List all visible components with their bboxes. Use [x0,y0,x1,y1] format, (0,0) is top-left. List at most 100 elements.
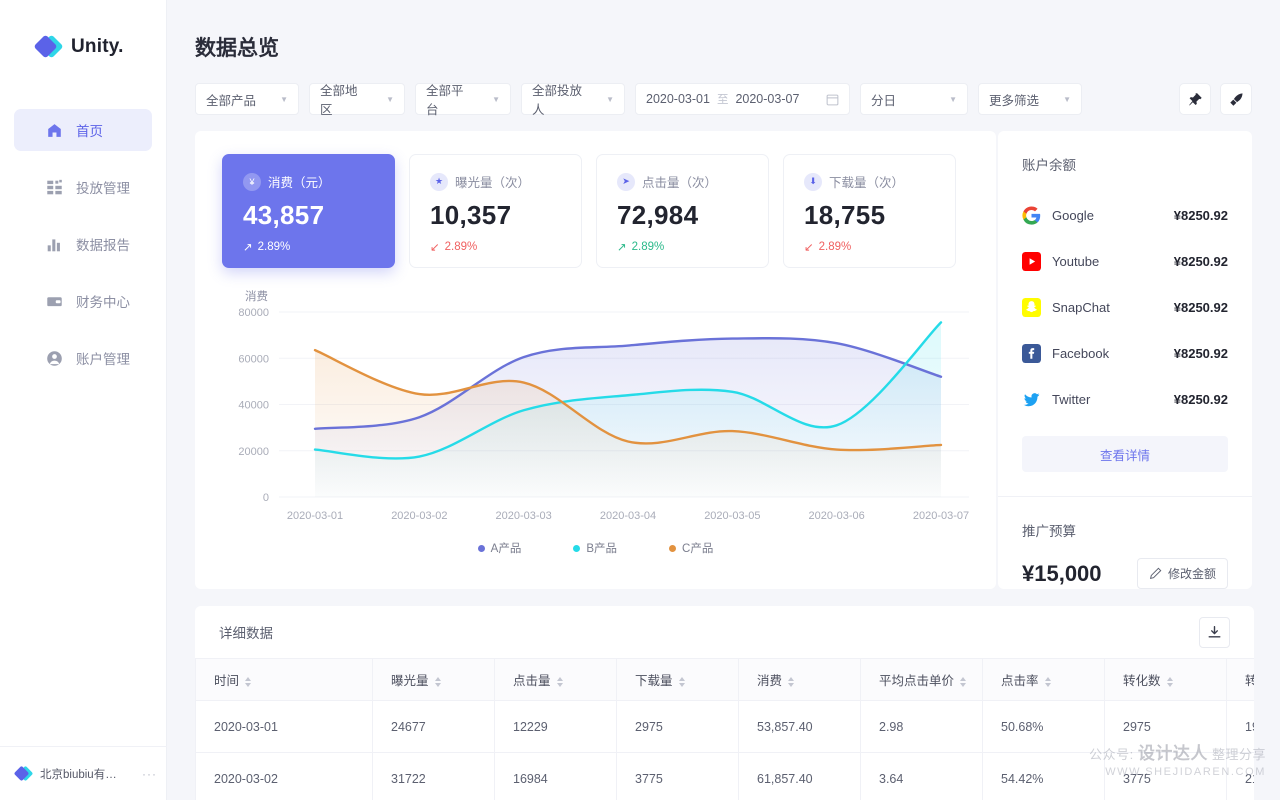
table-column-header[interactable]: 转 [1226,658,1254,701]
kpi-label: 点击量（次） [642,176,718,190]
table-column-header[interactable]: 曝光量 [372,658,495,701]
filter-bar: 全部产品 ▼ 全部地区 ▼ 全部平台 ▼ 全部投放人 ▼ 2020-03-01 … [167,62,1280,117]
table-cell: 16984 [494,752,617,800]
region-filter-value: 全部地区 [320,84,358,117]
sort-icon[interactable] [245,676,252,687]
table-row: 2020-03-02 31722 16984 3775 61,857.40 3.64 54.… [195,752,1254,800]
kpi-delta-value: 2.89% [631,241,665,253]
edit-budget-button[interactable]: 修改金额 [1136,558,1228,589]
table-cell: 2975 [1104,700,1227,753]
table-cell: 24677 [372,700,495,753]
legend-label: B产品 [586,543,618,555]
product-filter[interactable]: 全部产品 ▼ [195,83,299,115]
table-cell: 61,857.40 [738,752,861,800]
table-column-header[interactable]: 点击量 [494,658,617,701]
kpi-value: 10,357 [430,200,512,230]
kpi-card-clicks[interactable]: ➤ 点击量（次） 72,984 ↗ 2.89% [596,154,769,268]
sidebar: Unity. 首页 投放管理 数据报告 财务中心 账户管理 北京biubiu有…… [0,0,167,800]
table-column-header[interactable]: 转化数 [1104,658,1227,701]
table-column-header[interactable]: 消费 [738,658,861,701]
sort-icon[interactable] [678,676,685,687]
chevron-down-icon: ▼ [386,94,394,104]
table-cell: 2975 [616,700,739,753]
overview-section: ¥ 消费（元） 43,857 ↗ 2.89% ★ 曝光量（次） 10,357 ↙… [167,115,1280,589]
product-filter-value: 全部产品 [206,93,257,108]
balance-row-twitter: Twitter ¥8250.92 [1022,376,1228,422]
table-column-header[interactable]: 时间 [195,658,373,701]
region-filter[interactable]: 全部地区 ▼ [309,83,405,117]
user-circle-icon [47,350,62,366]
balance-row-snapchat: SnapChat ¥8250.92 [1022,284,1228,330]
sort-icon[interactable] [1166,676,1173,687]
legend-item[interactable]: A产品 [477,540,521,556]
main-content: 数据总览 全部产品 ▼ 全部地区 ▼ 全部平台 ▼ 全部投放人 ▼ 2020-0… [167,0,1280,800]
legend-item[interactable]: B产品 [573,540,617,556]
table-cell: 54.42% [982,752,1105,800]
more-filters[interactable]: 更多筛选 ▼ [978,83,1082,115]
granularity-filter[interactable]: 分日 ▼ [860,83,968,115]
balance-name: Google [1052,207,1094,223]
kpi-delta: ↗ 2.89% [243,240,394,254]
sort-icon[interactable] [788,676,795,687]
kpi-delta: ↙ 2.89% [804,240,955,254]
table-column-header[interactable]: 点击率 [982,658,1105,701]
google-icon [1022,205,1041,225]
platform-filter[interactable]: 全部平台 ▼ [415,83,511,117]
table-column-header[interactable]: 平均点击单价 [860,658,983,701]
trend-chart: 消费 0 20000 40000 60000 80000 2020-03-01 2020-03… [195,290,996,556]
org-more-icon[interactable]: ··· [142,767,157,781]
sort-icon[interactable] [556,676,563,687]
legend-label: C产品 [682,543,714,555]
org-switcher[interactable]: 北京biubiu有… ··· [0,746,167,800]
facebook-icon [1022,343,1041,363]
y-axis-tick: 20000 [238,446,269,458]
sort-icon[interactable] [1044,676,1051,687]
sidebar-item-home[interactable]: 首页 [14,109,152,151]
legend-item[interactable]: C产品 [669,540,713,556]
broadcast-button[interactable] [1220,83,1252,115]
legend-dot-icon [669,544,677,552]
kpi-delta: ↗ 2.89% [617,240,768,254]
date-range-picker[interactable]: 2020-03-01 至 2020-03-07 [635,83,850,115]
yen-icon: ¥ [243,172,261,191]
sort-icon[interactable] [960,676,967,687]
table-cell: 3.64 [860,752,983,800]
sidebar-item-label: 投放管理 [76,181,130,196]
sidebar-item-campaign[interactable]: 投放管理 [14,166,152,208]
sort-icon[interactable] [434,676,441,687]
view-detail-button[interactable]: 查看详情 [1022,436,1228,472]
kpi-card-downloads[interactable]: ⬇ 下载量（次） 18,755 ↙ 2.89% [783,154,956,268]
detail-table-card: 详细数据 时间 曝光量 点击量 下载量 消费 平均点击单价 点击率 转化数转 2… [195,606,1254,800]
balance-name: Twitter [1052,391,1091,407]
org-name: 北京biubiu有… [40,768,117,781]
cursor-icon: ➤ [617,172,635,191]
table-column-header[interactable]: 下载量 [616,658,739,701]
rocket-icon [1229,92,1242,106]
table-title: 详细数据 [219,626,273,641]
grid-icon [47,179,62,194]
table-cell: 31722 [372,752,495,800]
sidebar-item-finance[interactable]: 财务中心 [14,280,152,322]
x-axis-tick: 2020-03-04 [600,510,656,522]
sidebar-item-label: 财务中心 [76,295,130,310]
download-table-button[interactable] [1199,616,1230,648]
download-icon [1208,625,1221,638]
sidebar-item-report[interactable]: 数据报告 [14,223,152,265]
kpi-card-impressions[interactable]: ★ 曝光量（次） 10,357 ↙ 2.89% [409,154,582,268]
legend-dot-icon [477,544,485,552]
budget-section: 推广预算 ¥15,000 修改金额 [998,497,1252,589]
kpi-label: 消费（元） [268,176,331,190]
sidebar-item-account[interactable]: 账户管理 [14,337,152,379]
chevron-down-icon: ▼ [1063,94,1071,104]
kpi-card-spend[interactable]: ¥ 消费（元） 43,857 ↗ 2.89% [222,154,395,268]
brand-name: Unity. [71,36,124,57]
kpi-value: 43,857 [243,200,325,230]
owner-filter[interactable]: 全部投放人 ▼ [521,83,625,117]
chevron-down-icon: ▼ [606,94,614,104]
date-range-separator: 至 [716,94,729,106]
table-cell: 3775 [1104,752,1227,800]
table-cell: 2.98 [860,700,983,753]
pin-button[interactable] [1179,83,1211,115]
table-scroll-area[interactable]: 时间 曝光量 点击量 下载量 消费 平均点击单价 点击率 转化数转 2020-03-01 246… [195,658,1254,800]
app-root: Unity. 首页 投放管理 数据报告 财务中心 账户管理 北京biubiu有…… [0,0,1280,800]
